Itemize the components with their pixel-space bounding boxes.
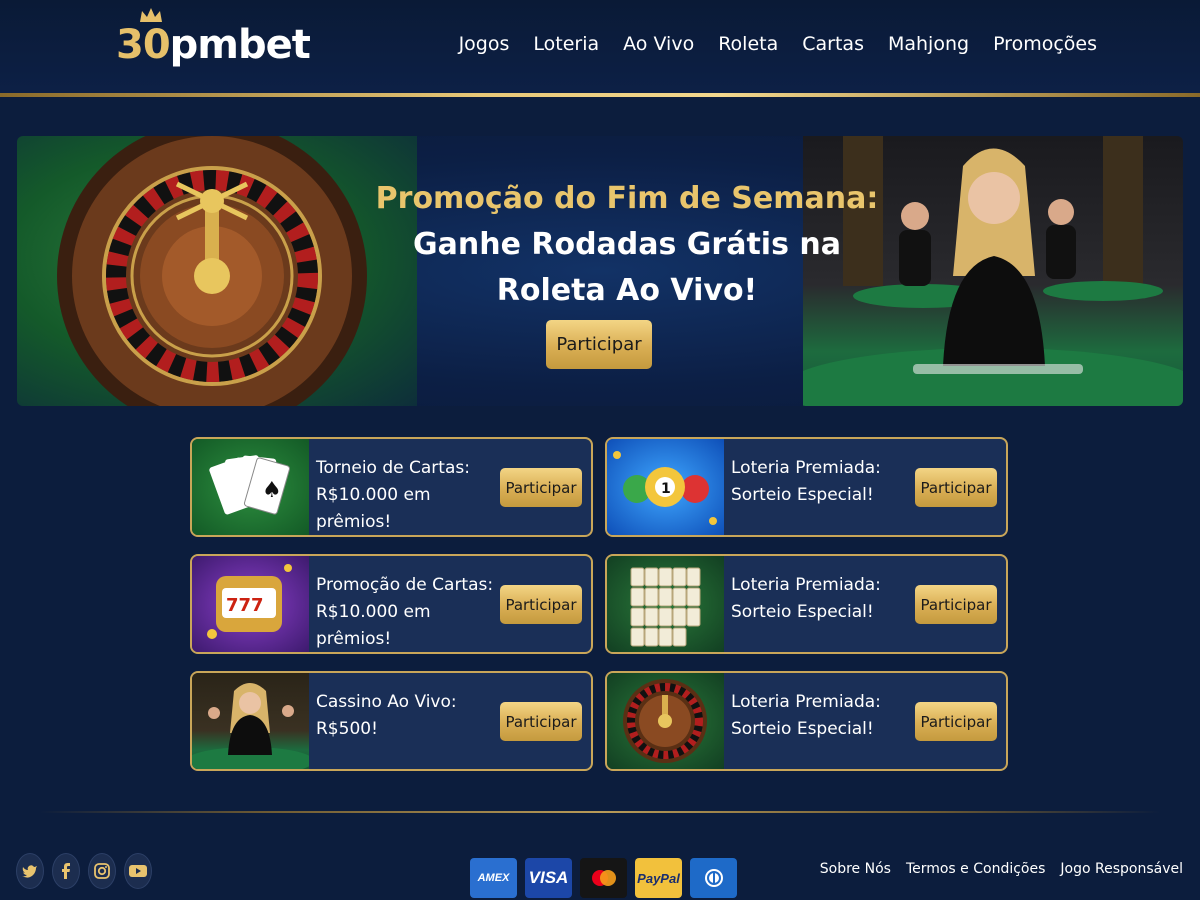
link-jogo-responsavel[interactable]: Jogo Responsável: [1060, 861, 1183, 877]
participate-button[interactable]: Participar: [915, 702, 997, 741]
banner-title-line2: Ganhe Rodadas Grátis na: [412, 227, 841, 262]
header-divider: [0, 93, 1200, 97]
card-title: Loteria Premiada:: [731, 458, 881, 478]
banner-participate-button[interactable]: Participar: [546, 320, 652, 369]
card-subtitle: Sorteio Especial!: [731, 719, 874, 739]
youtube-icon[interactable]: [124, 853, 152, 889]
participate-button[interactable]: Participar: [915, 585, 997, 624]
nav-jogos[interactable]: Jogos: [459, 33, 510, 55]
main-nav: Jogos Loteria Ao Vivo Roleta Cartas Mahj…: [459, 33, 1097, 55]
card-title: Torneio de Cartas:: [316, 458, 470, 478]
logo-number: 30: [116, 22, 171, 68]
paypal-logo: PayPal: [635, 858, 682, 898]
banner-title-gold: Promoção do Fim de Semana:: [375, 181, 879, 216]
card-text: Loteria Premiada: Sorteio Especial!: [731, 455, 911, 509]
amex-logo: AMEX: [470, 858, 517, 898]
card-text: Loteria Premiada: Sorteio Especial!: [731, 572, 911, 626]
banner-title: Promoção do Fim de Semana: Ganhe Rodadas…: [347, 176, 907, 314]
card-title: Promoção de Cartas:: [316, 575, 494, 595]
promo-card[interactable]: Cassino Ao Vivo: R$500! Participar: [190, 671, 593, 771]
mahjong-tiles-icon: [607, 556, 724, 652]
footer-divider: [40, 811, 1160, 813]
link-termos[interactable]: Termos e Condições: [906, 861, 1045, 877]
nav-mahjong[interactable]: Mahjong: [888, 33, 969, 55]
link-sobre-nos[interactable]: Sobre Nós: [820, 861, 891, 877]
banner-title-line3: Roleta Ao Vivo!: [496, 273, 758, 308]
playing-cards-icon: ♠: [192, 439, 309, 535]
nav-roleta[interactable]: Roleta: [718, 33, 778, 55]
participate-button[interactable]: Participar: [500, 468, 582, 507]
card-text: Loteria Premiada: Sorteio Especial!: [731, 689, 911, 743]
participate-button[interactable]: Participar: [500, 585, 582, 624]
site-header: 30pmbet Jogos Loteria Ao Vivo Roleta Car…: [0, 0, 1200, 94]
logo-text: pmbet: [169, 22, 311, 68]
card-title: Loteria Premiada:: [731, 692, 881, 712]
facebook-icon[interactable]: [52, 853, 80, 889]
promo-card[interactable]: ♠ Torneio de Cartas: R$10.000 em prêmios…: [190, 437, 593, 537]
promo-card[interactable]: Loteria Premiada: Sorteio Especial! Part…: [605, 671, 1008, 771]
nav-loteria[interactable]: Loteria: [533, 33, 599, 55]
social-links: [16, 853, 152, 889]
footer-links: Sobre Nós Termos e Condições Jogo Respon…: [820, 861, 1183, 877]
card-title: Cassino Ao Vivo:: [316, 692, 457, 712]
card-title: Loteria Premiada:: [731, 575, 881, 595]
card-subtitle: R$10.000 em prêmios!: [316, 602, 431, 649]
card-text: Cassino Ao Vivo: R$500!: [316, 689, 496, 743]
card-text: Torneio de Cartas: R$10.000 em prêmios!: [316, 455, 496, 535]
diners-logo: [690, 858, 737, 898]
payment-methods: AMEX VISA PayPal: [470, 858, 737, 898]
card-subtitle: Sorteio Especial!: [731, 602, 874, 622]
twitter-icon[interactable]: [16, 853, 44, 889]
instagram-icon[interactable]: [88, 853, 116, 889]
nav-promocoes[interactable]: Promoções: [993, 33, 1097, 55]
promo-banner: Promoção do Fim de Semana: Ganhe Rodadas…: [17, 136, 1183, 406]
card-text: Promoção de Cartas: R$10.000 em prêmios!: [316, 572, 496, 652]
promo-card[interactable]: Loteria Premiada: Sorteio Especial! Part…: [605, 554, 1008, 654]
svg-text:♠: ♠: [262, 478, 282, 503]
nav-ao-vivo[interactable]: Ao Vivo: [623, 33, 694, 55]
card-subtitle: Sorteio Especial!: [731, 485, 874, 505]
promo-card[interactable]: 1 Loteria Premiada: Sorteio Especial! Pa…: [605, 437, 1008, 537]
participate-button[interactable]: Participar: [915, 468, 997, 507]
site-logo[interactable]: 30pmbet: [116, 8, 311, 78]
lottery-balls-icon: 1: [607, 439, 724, 535]
card-subtitle: R$500!: [316, 719, 378, 739]
mastercard-logo: [580, 858, 627, 898]
nav-cartas[interactable]: Cartas: [802, 33, 864, 55]
card-subtitle: R$10.000 em prêmios!: [316, 485, 431, 532]
svg-text:777: 777: [226, 595, 264, 616]
slot-machine-icon: 777: [192, 556, 309, 652]
live-casino-image: [192, 673, 314, 769]
svg-text:1: 1: [661, 481, 671, 497]
promo-card[interactable]: 777 Promoção de Cartas: R$10.000 em prêm…: [190, 554, 593, 654]
participate-button[interactable]: Participar: [500, 702, 582, 741]
visa-logo: VISA: [525, 858, 572, 898]
crown-icon: [140, 8, 162, 22]
roulette-icon: [607, 673, 724, 769]
